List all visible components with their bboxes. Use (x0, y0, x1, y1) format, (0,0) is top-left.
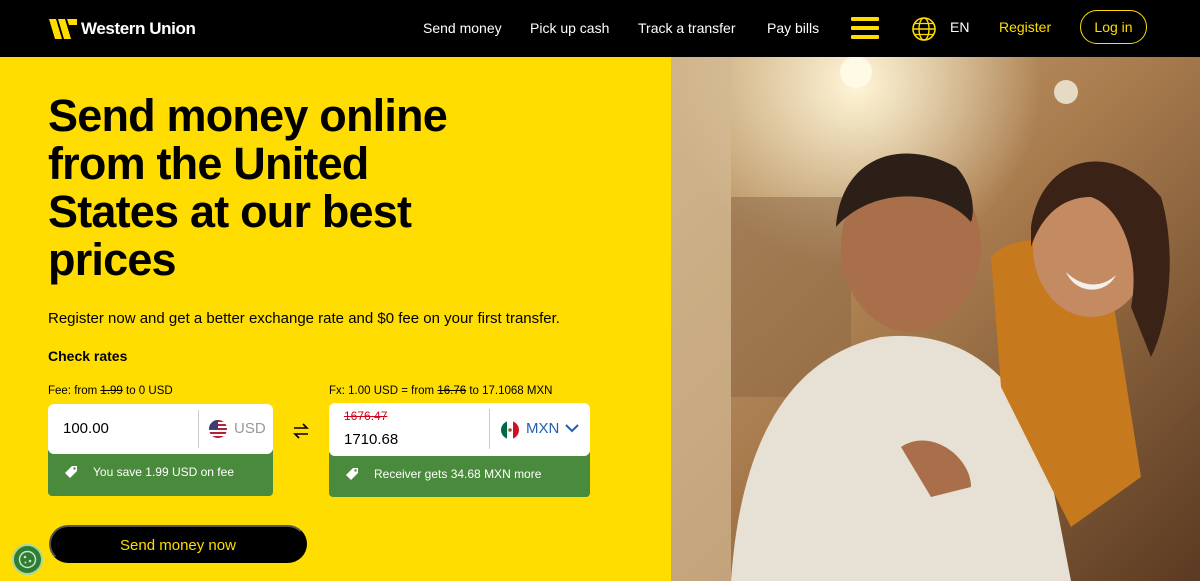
receive-old-amount: 1676.47 (344, 409, 388, 423)
hero-subtitle: Register now and get a better exchange r… (48, 310, 560, 327)
nav-send-money[interactable]: Send money (423, 19, 502, 37)
send-savings-text: You save 1.99 USD on fee (93, 465, 234, 479)
check-rates-heading: Check rates (48, 348, 128, 364)
cookie-icon (18, 550, 37, 569)
language-selector[interactable]: EN (950, 19, 969, 35)
swap-icon[interactable] (292, 423, 310, 439)
fx-rate-label: Fx: 1.00 USD = from 16.76 to 17.1068 MXN (329, 385, 552, 397)
fx-prefix: Fx: 1.00 USD = from (329, 385, 435, 397)
tag-icon (65, 466, 77, 478)
nav-pick-up-cash[interactable]: Pick up cash (530, 19, 609, 37)
us-flag-icon (209, 420, 227, 438)
tag-icon (346, 468, 358, 480)
brand-logo[interactable]: Western Union (49, 18, 196, 40)
login-button[interactable]: Log in (1080, 10, 1147, 44)
chevron-down-icon[interactable] (565, 423, 579, 433)
fee-suffix: to 0 USD (126, 385, 173, 397)
menu-icon[interactable] (851, 17, 879, 39)
page-title: Send money online from the United States… (48, 90, 448, 285)
receive-currency[interactable]: MXN (526, 420, 559, 437)
fee-prefix: Fee: from (48, 385, 98, 397)
field-divider (489, 409, 490, 449)
send-amount-input[interactable]: 100.00 (63, 420, 109, 437)
brand-name: Western Union (81, 19, 196, 38)
receive-savings-text: Receiver gets 34.68 MXN more (374, 467, 542, 481)
top-navigation: Western Union Send money Pick up cash Tr… (0, 0, 1200, 57)
receive-amount-field[interactable]: 1676.47 1710.68 MXN (329, 403, 590, 456)
mexico-flag-icon (501, 421, 519, 439)
nav-pay-bills[interactable]: Pay bills (767, 19, 819, 37)
fx-new-rate: 17.1068 MXN (482, 385, 553, 397)
fx-old-rate: 16.76 (437, 385, 467, 397)
globe-icon[interactable] (911, 16, 937, 42)
send-savings-banner: You save 1.99 USD on fee (48, 450, 273, 496)
send-amount-field[interactable]: 100.00 USD (48, 404, 273, 454)
western-union-logo-icon (49, 19, 77, 39)
nav-track-transfer[interactable]: Track a transfer (638, 19, 736, 37)
receive-savings-banner: Receiver gets 34.68 MXN more (329, 452, 590, 497)
fx-mid: to (469, 385, 479, 397)
register-link[interactable]: Register (999, 19, 1051, 35)
send-currency: USD (234, 420, 266, 437)
fee-old: 1.99 (100, 385, 123, 397)
send-money-now-button[interactable]: Send money now (49, 525, 307, 563)
hero-photo (671, 57, 1200, 581)
field-divider (198, 410, 199, 448)
receive-amount-input[interactable]: 1710.68 (344, 431, 398, 448)
fee-label: Fee: from 1.99 to 0 USD (48, 385, 173, 397)
cookie-settings-button[interactable] (12, 544, 43, 575)
